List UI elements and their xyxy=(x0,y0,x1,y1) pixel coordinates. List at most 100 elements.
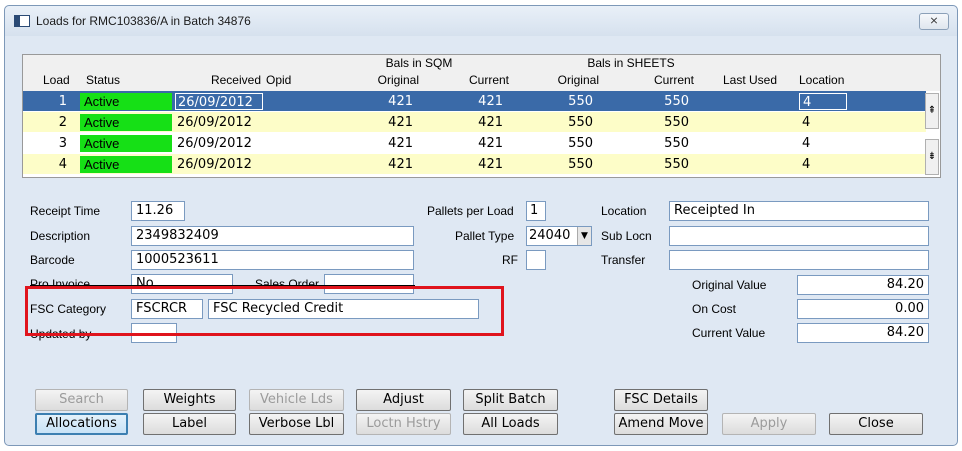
window-icon xyxy=(14,15,30,27)
col-header-sheets-current[interactable]: Current xyxy=(618,73,694,87)
on-cost-field[interactable]: 0.00 xyxy=(797,299,929,319)
cell-last-used xyxy=(713,135,783,152)
allocations-button[interactable]: Allocations xyxy=(35,413,128,435)
pallet-type-select[interactable]: 24040 ▼ xyxy=(526,226,592,246)
grid-header: Bals in SQM Bals in SHEETS Load Status R… xyxy=(23,55,940,91)
cell-last-used xyxy=(713,114,783,131)
scroll-down-icon[interactable]: ⇟ xyxy=(925,139,939,175)
chevron-down-icon[interactable]: ▼ xyxy=(577,227,591,245)
cell-location: 4 xyxy=(802,157,811,172)
rf-label: RF xyxy=(502,253,518,267)
col-header-sqm-original[interactable]: Original xyxy=(343,73,419,87)
cell-location: 4 xyxy=(799,93,847,110)
col-header-load[interactable]: Load xyxy=(43,73,70,87)
cell-sqm-original: 421 xyxy=(388,157,413,172)
apply-button[interactable]: Apply xyxy=(722,413,816,435)
pallets-per-load-field[interactable]: 1 xyxy=(526,201,546,221)
vehicle-lds-button[interactable]: Vehicle Lds xyxy=(249,389,344,411)
cell-sqm-original: 421 xyxy=(388,94,413,109)
window-close-button[interactable]: ⨯ xyxy=(919,13,949,30)
cell-sheets-current: 550 xyxy=(664,136,689,151)
cell-sqm-current: 421 xyxy=(478,115,503,130)
cell-sheets-original: 550 xyxy=(568,94,593,109)
on-cost-label: On Cost xyxy=(692,302,737,316)
cell-last-used xyxy=(713,93,783,110)
col-header-sheets-original[interactable]: Original xyxy=(523,73,599,87)
current-value-label: Current Value xyxy=(692,326,766,340)
barcode-field[interactable]: 1000523611 xyxy=(131,250,414,270)
receipt-time-label: Receipt Time xyxy=(30,204,101,218)
cell-sqm-current: 421 xyxy=(478,136,503,151)
table-row[interactable]: 1 Active 26/09/2012 421 421 550 550 4 xyxy=(23,91,926,111)
adjust-button[interactable]: Adjust xyxy=(356,389,451,411)
label-button[interactable]: Label xyxy=(143,413,236,435)
cell-status: Active xyxy=(80,93,172,110)
cell-sheets-original: 550 xyxy=(568,115,593,130)
loctn-hstry-button[interactable]: Loctn Hstry xyxy=(356,413,451,435)
cell-status: Active xyxy=(80,114,172,131)
cell-location: 4 xyxy=(802,115,811,130)
original-value-field[interactable]: 84.20 xyxy=(797,275,929,295)
pallets-per-load-label: Pallets per Load xyxy=(427,204,514,218)
col-header-location[interactable]: Location xyxy=(799,73,844,87)
pallet-type-value: 24040 xyxy=(529,228,571,243)
title-bar: Loads for RMC103836/A in Batch 34876 ⨯ xyxy=(5,6,957,36)
col-header-sqm-current[interactable]: Current xyxy=(433,73,509,87)
split-batch-button[interactable]: Split Batch xyxy=(463,389,558,411)
cell-opid xyxy=(267,114,317,131)
all-loads-button[interactable]: All Loads xyxy=(463,413,558,435)
cell-received: 26/09/2012 xyxy=(175,93,263,110)
scroll-up-icon[interactable]: ⇞ xyxy=(925,93,939,129)
col-header-received[interactable]: Received xyxy=(183,73,261,87)
loads-grid: Bals in SQM Bals in SHEETS Load Status R… xyxy=(22,54,941,178)
cell-received: 26/09/2012 xyxy=(177,136,252,151)
window-title: Loads for RMC103836/A in Batch 34876 xyxy=(36,14,251,28)
location-label: Location xyxy=(601,204,647,218)
transfer-field[interactable] xyxy=(669,250,929,270)
cell-opid xyxy=(267,93,317,110)
table-row[interactable]: 4 Active 26/09/2012 421 421 550 550 4 xyxy=(23,154,926,174)
cell-last-used xyxy=(713,156,783,173)
original-value-label: Original Value xyxy=(692,278,767,292)
close-button[interactable]: Close xyxy=(829,413,923,435)
current-value-field[interactable]: 84.20 xyxy=(797,323,929,343)
sub-locn-field[interactable] xyxy=(669,226,929,246)
location-field[interactable]: Receipted In xyxy=(669,201,929,221)
sub-locn-label: Sub Locn xyxy=(601,229,652,243)
cell-sheets-original: 550 xyxy=(568,136,593,151)
cell-load: 1 xyxy=(58,94,67,109)
cell-sheets-original: 550 xyxy=(568,157,593,172)
cell-sheets-current: 550 xyxy=(664,157,689,172)
rf-field[interactable] xyxy=(526,250,546,270)
col-header-last-used[interactable]: Last Used xyxy=(723,73,777,87)
col-header-opid[interactable]: Opid xyxy=(266,73,291,87)
cell-sqm-current: 421 xyxy=(478,94,503,109)
search-button[interactable]: Search xyxy=(35,389,128,411)
amend-move-button[interactable]: Amend Move xyxy=(614,413,708,435)
cell-load: 4 xyxy=(58,157,67,172)
cell-sheets-current: 550 xyxy=(664,94,689,109)
verbose-lbl-button[interactable]: Verbose Lbl xyxy=(249,413,344,435)
table-row[interactable]: 3 Active 26/09/2012 421 421 550 550 4 xyxy=(23,133,926,153)
description-label: Description xyxy=(30,229,91,243)
group-header-sheets: Bals in SHEETS xyxy=(587,56,675,70)
col-header-status[interactable]: Status xyxy=(86,73,120,87)
transfer-label: Transfer xyxy=(601,253,646,267)
cell-sqm-current: 421 xyxy=(478,157,503,172)
weights-button[interactable]: Weights xyxy=(143,389,236,411)
group-header-sqm: Bals in SQM xyxy=(385,56,453,70)
fsc-details-button[interactable]: FSC Details xyxy=(614,389,708,411)
cell-status: Active xyxy=(80,135,172,152)
receipt-time-field[interactable]: 11.26 xyxy=(131,201,185,221)
highlight-box xyxy=(25,286,504,336)
cell-sqm-original: 421 xyxy=(388,136,413,151)
table-row[interactable]: 2 Active 26/09/2012 421 421 550 550 4 xyxy=(23,112,926,132)
cell-load: 3 xyxy=(58,136,67,151)
description-field[interactable]: 2349832409 xyxy=(131,226,414,246)
cell-received: 26/09/2012 xyxy=(177,115,252,130)
cell-location: 4 xyxy=(802,136,811,151)
cell-status: Active xyxy=(80,156,172,173)
cell-opid xyxy=(267,156,317,173)
pallet-type-label: Pallet Type xyxy=(455,229,515,243)
barcode-label: Barcode xyxy=(30,253,75,267)
